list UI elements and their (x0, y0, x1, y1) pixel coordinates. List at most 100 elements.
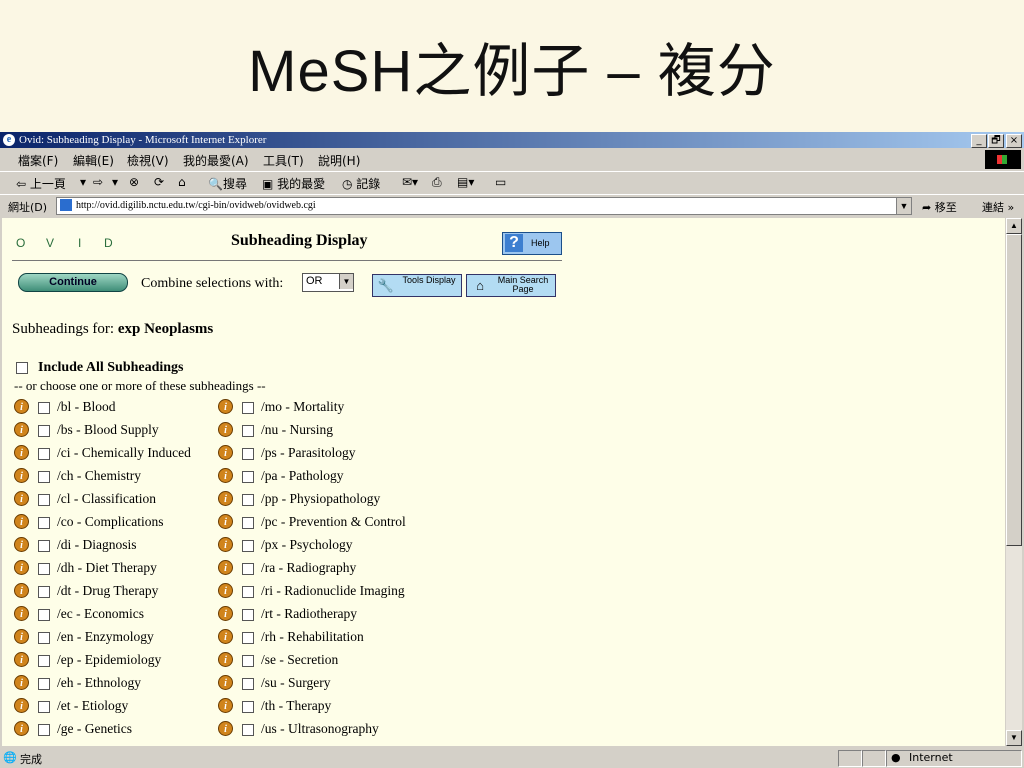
subheading-checkbox[interactable] (242, 632, 254, 644)
edit-button[interactable]: ▤▾ (457, 175, 474, 189)
help-button[interactable]: ? Help (502, 232, 562, 255)
discuss-button[interactable]: ▭ (495, 175, 506, 189)
window-titlebar[interactable]: e Ovid: Subheading Display - Microsoft I… (0, 132, 1024, 148)
menu-favorites[interactable]: 我的最愛(A) (183, 152, 249, 169)
restore-button[interactable]: 🗗 (988, 134, 1004, 148)
continue-button[interactable]: Continue (18, 273, 128, 292)
go-button[interactable]: ➦ 移至 (922, 199, 957, 215)
info-icon[interactable]: i (218, 560, 233, 575)
info-icon[interactable]: i (14, 698, 29, 713)
tools-display-button[interactable]: 🔧 Tools Display (372, 274, 462, 297)
info-icon[interactable]: i (14, 422, 29, 437)
info-icon[interactable]: i (218, 537, 233, 552)
subheading-checkbox[interactable] (242, 586, 254, 598)
info-icon[interactable]: i (14, 491, 29, 506)
subheading-checkbox[interactable] (242, 724, 254, 736)
subheading-checkbox[interactable] (38, 563, 50, 575)
subheading-checkbox[interactable] (242, 609, 254, 621)
subheading-checkbox[interactable] (38, 632, 50, 644)
subheading-checkbox[interactable] (38, 701, 50, 713)
info-icon[interactable]: i (218, 652, 233, 667)
subheading-checkbox[interactable] (38, 724, 50, 736)
menu-help[interactable]: 說明(H) (318, 152, 360, 169)
info-icon[interactable]: i (218, 445, 233, 460)
chevron-down-icon[interactable]: ▼ (339, 274, 353, 289)
include-all-option[interactable]: Include All Subheadings (16, 360, 184, 376)
info-icon[interactable]: i (14, 560, 29, 575)
menu-file[interactable]: 檔案(F) (18, 152, 58, 169)
info-icon[interactable]: i (14, 606, 29, 621)
scroll-down-icon[interactable]: ▼ (1006, 730, 1022, 746)
main-search-page-button[interactable]: ⌂ Main Search Page (466, 274, 556, 297)
info-icon[interactable]: i (218, 629, 233, 644)
subheading-checkbox[interactable] (242, 494, 254, 506)
subheading-checkbox[interactable] (38, 586, 50, 598)
info-icon[interactable]: i (14, 514, 29, 529)
subheading-checkbox[interactable] (38, 540, 50, 552)
info-icon[interactable]: i (14, 629, 29, 644)
info-icon[interactable]: i (14, 652, 29, 667)
info-icon[interactable]: i (218, 583, 233, 598)
combine-select[interactable]: OR ▼ (302, 273, 354, 292)
stop-button[interactable]: ⊗ (129, 175, 139, 189)
subheading-checkbox[interactable] (242, 517, 254, 529)
minimize-button[interactable]: _ (971, 134, 987, 148)
subheading-checkbox[interactable] (242, 678, 254, 690)
scroll-up-icon[interactable]: ▲ (1006, 218, 1022, 234)
refresh-button[interactable]: ⟳ (154, 175, 164, 189)
address-input[interactable]: http://ovid.digilib.nctu.edu.tw/cgi-bin/… (56, 197, 912, 215)
info-icon[interactable]: i (14, 583, 29, 598)
info-icon[interactable]: i (14, 399, 29, 414)
subheading-checkbox[interactable] (38, 448, 50, 460)
info-icon[interactable]: i (218, 698, 233, 713)
print-button[interactable]: ⎙ (432, 175, 442, 190)
subheading-checkbox[interactable] (242, 701, 254, 713)
subheading-checkbox[interactable] (242, 540, 254, 552)
info-icon[interactable]: i (14, 468, 29, 483)
info-icon[interactable]: i (218, 491, 233, 506)
info-icon[interactable]: i (218, 399, 233, 414)
info-icon[interactable]: i (14, 721, 29, 736)
subheading-checkbox[interactable] (242, 425, 254, 437)
menu-view[interactable]: 檢視(V) (127, 152, 169, 169)
close-button[interactable]: × (1006, 134, 1022, 148)
links-button[interactable]: 連結 » (982, 199, 1014, 215)
subheading-checkbox[interactable] (38, 517, 50, 529)
home-button[interactable]: ⌂ (178, 175, 186, 189)
subheading-checkbox[interactable] (242, 563, 254, 575)
address-dropdown-icon[interactable]: ▼ (896, 198, 911, 214)
subheading-checkbox[interactable] (242, 448, 254, 460)
forward-dropdown-icon[interactable]: ▾ (112, 175, 118, 189)
info-icon[interactable]: i (218, 514, 233, 529)
scroll-thumb[interactable] (1006, 234, 1022, 546)
info-icon[interactable]: i (218, 606, 233, 621)
mail-button[interactable]: ✉▾ (402, 175, 418, 189)
info-icon[interactable]: i (218, 422, 233, 437)
search-button[interactable]: 🔍搜尋 (208, 175, 247, 192)
back-button[interactable]: ⇦ 上一頁 (16, 175, 66, 192)
subheading-checkbox[interactable] (242, 655, 254, 667)
info-icon[interactable]: i (14, 537, 29, 552)
subheading-checkbox[interactable] (38, 494, 50, 506)
subheading-checkbox[interactable] (38, 471, 50, 483)
favorites-button[interactable]: ▣ 我的最愛 (262, 175, 325, 192)
menu-tools[interactable]: 工具(T) (263, 152, 304, 169)
include-all-checkbox[interactable] (16, 361, 28, 374)
info-icon[interactable]: i (14, 675, 29, 690)
subheading-checkbox[interactable] (38, 655, 50, 667)
info-icon[interactable]: i (218, 721, 233, 736)
subheading-checkbox[interactable] (38, 402, 50, 414)
subheading-checkbox[interactable] (38, 425, 50, 437)
info-icon[interactable]: i (218, 468, 233, 483)
subheading-checkbox[interactable] (242, 402, 254, 414)
info-icon[interactable]: i (218, 675, 233, 690)
back-dropdown-icon[interactable]: ▾ (80, 175, 86, 189)
subheading-checkbox[interactable] (38, 678, 50, 690)
history-button[interactable]: ◷ 記錄 (342, 175, 380, 192)
menu-edit[interactable]: 編輯(E) (73, 152, 114, 169)
vertical-scrollbar[interactable]: ▲ ▼ (1006, 218, 1022, 746)
info-icon[interactable]: i (14, 445, 29, 460)
subheading-checkbox[interactable] (38, 609, 50, 621)
forward-button[interactable]: ⇨ (93, 175, 103, 189)
subheading-checkbox[interactable] (242, 471, 254, 483)
